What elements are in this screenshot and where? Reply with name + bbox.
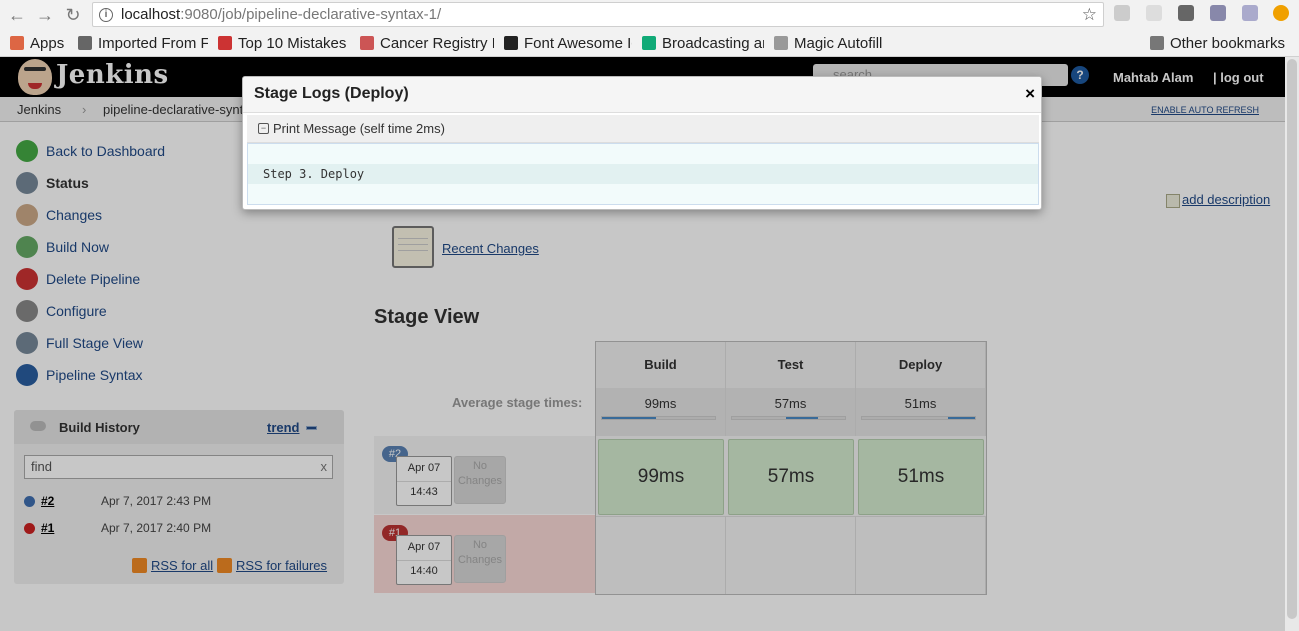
reload-icon[interactable]: ↻ xyxy=(62,4,84,26)
bookmark-icon xyxy=(360,36,374,50)
bookmark-label: Imported From F xyxy=(98,34,208,52)
bookmark-item[interactable]: Magic Autofill xyxy=(774,35,886,52)
bookmark-item[interactable]: Cancer Registry F xyxy=(360,35,494,52)
bookmark-icon xyxy=(78,36,92,50)
bookmark-item[interactable]: Apps xyxy=(10,35,68,52)
bookmark-icon xyxy=(10,36,24,50)
bookmark-label: Top 10 Mistakes I xyxy=(238,34,350,52)
back-icon[interactable]: ← xyxy=(6,4,28,26)
bookmark-icon xyxy=(774,36,788,50)
forward-icon[interactable]: → xyxy=(34,4,56,26)
bookmark-label: Font Awesome Ic xyxy=(524,34,632,52)
step-header[interactable]: − Print Message (self time 2ms) xyxy=(247,115,1039,143)
log-line: Step 3. Deploy xyxy=(248,164,1038,184)
bookmark-icon xyxy=(218,36,232,50)
bookmark-item[interactable]: Font Awesome Ic xyxy=(504,35,632,52)
dialog-title: Stage Logs (Deploy) xyxy=(254,85,409,102)
alert-icon[interactable] xyxy=(1273,5,1289,21)
stage-logs-dialog: Stage Logs (Deploy) × − Print Message (s… xyxy=(242,76,1042,210)
bookmark-label: Apps xyxy=(30,34,65,52)
scrollbar-thumb[interactable] xyxy=(1287,59,1297,619)
url-host: localhost xyxy=(121,6,181,23)
eyedropper-extension-icon[interactable] xyxy=(1210,5,1226,21)
step-label: Print Message (self time 2ms) xyxy=(273,121,445,136)
address-bar[interactable]: i localhost:9080/job/pipeline-declarativ… xyxy=(92,2,1104,27)
info-icon[interactable]: i xyxy=(99,7,113,22)
folder-icon xyxy=(1149,36,1164,50)
bookmark-icon xyxy=(642,36,656,50)
extension-icon[interactable] xyxy=(1146,5,1162,21)
bookmark-label: Magic Autofill xyxy=(794,34,883,52)
step-log: Step 3. Deploy xyxy=(247,143,1039,205)
other-bookmarks[interactable]: Other bookmarks xyxy=(1149,34,1285,52)
dialog-header: Stage Logs (Deploy) × xyxy=(243,77,1041,113)
bookmarks-bar: Apps Imported From F Top 10 Mistakes I Canc… xyxy=(0,30,1299,57)
extension-icon[interactable] xyxy=(1242,5,1258,21)
bookmark-item[interactable]: Top 10 Mistakes I xyxy=(218,35,350,52)
other-bookmarks-label: Other bookmarks xyxy=(1169,34,1285,52)
bookmark-item[interactable]: Broadcasting an xyxy=(642,35,764,52)
bookmark-label: Broadcasting an xyxy=(662,34,764,52)
bookmark-icon xyxy=(504,36,518,50)
bookmark-label: Cancer Registry F xyxy=(380,34,494,52)
bookmark-item[interactable]: Imported From F xyxy=(78,35,208,52)
collapse-toggle-icon[interactable]: − xyxy=(258,123,269,134)
close-icon[interactable]: × xyxy=(1025,84,1035,104)
url-path: :9080/job/pipeline-declarative-syntax-1/ xyxy=(180,6,442,23)
bookmark-star-icon[interactable]: ☆ xyxy=(1082,5,1097,25)
url-text: localhost:9080/job/pipeline-declarative-… xyxy=(121,6,441,23)
angular-extension-icon[interactable] xyxy=(1178,5,1194,21)
rss-extension-icon[interactable] xyxy=(1114,5,1130,21)
